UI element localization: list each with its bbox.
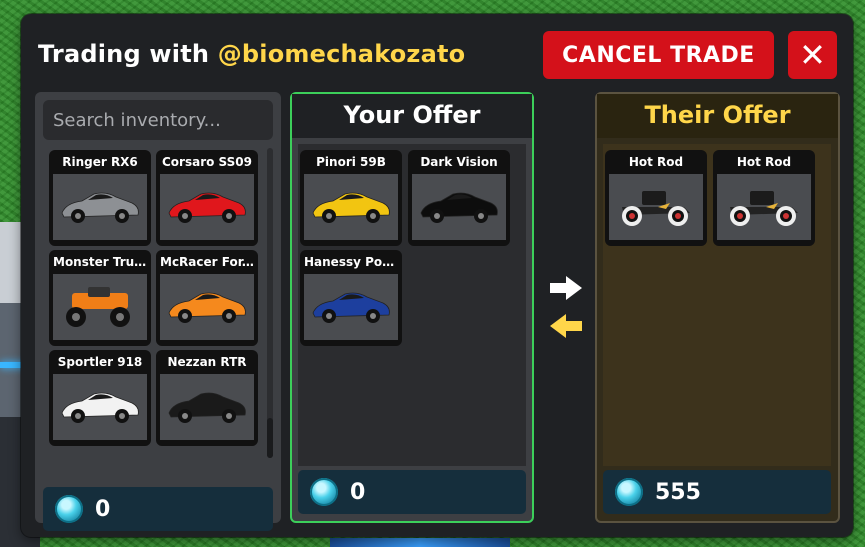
your-offer-items: Pinori 59B Dark Vision Hanessy Pois... xyxy=(298,144,526,466)
item-name: Dark Vision xyxy=(420,155,498,169)
item-thumbnail xyxy=(304,174,398,240)
item-name: Hot Rod xyxy=(736,155,792,169)
your-offer-panel: Your Offer Pinori 59B Dark Vision Hanessy … xyxy=(290,92,534,523)
car-image xyxy=(168,392,246,423)
item-thumbnail xyxy=(717,174,811,240)
car-image xyxy=(312,192,390,223)
inventory-scrollbar[interactable] xyxy=(267,148,273,458)
their-offer-panel: Their Offer Hot Rod Hot Rod 555 xyxy=(595,92,840,523)
item-thumbnail xyxy=(53,374,147,440)
item-name: Hot Rod xyxy=(628,155,684,169)
car-image xyxy=(168,192,246,223)
car-image xyxy=(61,392,139,423)
item-name: Pinori 59B xyxy=(316,155,386,169)
item-thumbnail xyxy=(53,174,147,240)
inventory-item-card[interactable]: Sportler 918 xyxy=(49,350,151,446)
coin-icon xyxy=(615,478,643,506)
item-thumbnail xyxy=(53,274,147,340)
item-name: Monster Truck xyxy=(53,255,150,269)
car-image xyxy=(730,191,798,226)
inventory-item-card[interactable]: Ringer RX6 xyxy=(49,150,151,246)
item-thumbnail xyxy=(160,374,254,440)
inventory-item-card[interactable]: McRacer For... xyxy=(156,250,258,346)
item-name: McRacer For... xyxy=(160,255,256,269)
search-input[interactable] xyxy=(43,100,273,140)
arrow-left-icon xyxy=(550,314,582,338)
item-name: Sportler 918 xyxy=(57,355,143,369)
inventory-item-card[interactable]: Monster Truck xyxy=(49,250,151,346)
car-image xyxy=(66,287,130,327)
coin-icon xyxy=(55,495,83,523)
item-thumbnail xyxy=(160,174,254,240)
item-thumbnail xyxy=(160,274,254,340)
title-prefix: Trading with xyxy=(38,40,218,68)
inventory-panel: Ringer RX6 Corsaro SS09 Monster Truck McRac… xyxy=(35,92,281,531)
their-offer-balance: 555 xyxy=(603,470,831,514)
inventory-item-card[interactable]: Corsaro SS09 xyxy=(156,150,258,246)
car-image xyxy=(168,292,246,323)
inventory-balance: 0 xyxy=(43,487,273,531)
their-offer-item-card[interactable]: Hot Rod xyxy=(713,150,815,246)
trade-panel: Trading with @biomechakozato CANCEL TRAD… xyxy=(21,14,853,537)
item-thumbnail xyxy=(304,274,398,340)
your-offer-balance-value: 0 xyxy=(350,479,366,505)
arrow-right-icon xyxy=(550,276,582,300)
car-image xyxy=(622,191,690,226)
their-offer-item-card[interactable]: Hot Rod xyxy=(605,150,707,246)
car-image xyxy=(61,192,139,223)
item-name: Ringer RX6 xyxy=(62,155,138,169)
item-name: Corsaro SS09 xyxy=(162,155,252,169)
item-name: Hanessy Pois... xyxy=(304,255,402,269)
trade-title: Trading with @biomechakozato xyxy=(38,40,465,68)
car-image xyxy=(312,292,390,323)
item-thumbnail xyxy=(412,174,506,240)
inventory-list: Ringer RX6 Corsaro SS09 Monster Truck McRac… xyxy=(49,148,265,458)
coin-icon xyxy=(310,478,338,506)
inventory-balance-value: 0 xyxy=(95,496,111,522)
your-offer-item-card[interactable]: Dark Vision xyxy=(408,150,510,246)
their-offer-items: Hot Rod Hot Rod xyxy=(603,144,831,466)
cancel-trade-button[interactable]: CANCEL TRADE xyxy=(543,31,774,79)
background-light-strip xyxy=(330,538,510,547)
your-offer-balance[interactable]: 0 xyxy=(298,470,526,514)
your-offer-title: Your Offer xyxy=(292,94,532,138)
your-offer-item-card[interactable]: Hanessy Pois... xyxy=(300,250,402,346)
trade-partner-username: @biomechakozato xyxy=(217,40,466,68)
item-name: Nezzan RTR xyxy=(167,355,247,369)
item-thumbnail xyxy=(609,174,703,240)
scrollbar-thumb[interactable] xyxy=(267,418,273,458)
car-image xyxy=(420,192,498,223)
inventory-item-card[interactable]: Nezzan RTR xyxy=(156,350,258,446)
your-offer-item-card[interactable]: Pinori 59B xyxy=(300,150,402,246)
close-icon[interactable]: ✕ xyxy=(788,31,837,79)
their-offer-title: Their Offer xyxy=(597,94,838,138)
their-offer-balance-value: 555 xyxy=(655,479,701,505)
